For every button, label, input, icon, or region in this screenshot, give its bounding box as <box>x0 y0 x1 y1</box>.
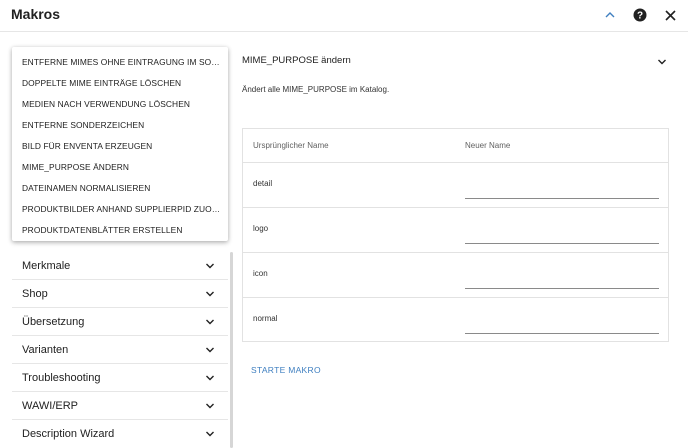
menu-item-delete-duplicate-mimes[interactable]: DOPPELTE MIME EINTRÄGE LÖSCHEN <box>22 73 222 93</box>
sidebar-scrollbar[interactable] <box>230 252 233 448</box>
accordion-item-uebersetzung[interactable]: Übersetzung <box>12 308 228 336</box>
table-row: icon <box>243 252 668 297</box>
accordion-label: Shop <box>22 288 48 300</box>
accordion-item-description-wizard[interactable]: Description Wizard <box>12 420 228 448</box>
new-name-input[interactable] <box>465 178 659 199</box>
table-row: detail <box>243 162 668 207</box>
close-icon <box>664 9 676 21</box>
chevron-down-icon <box>206 291 214 297</box>
macro-menu: ENTFERNE MIMES OHNE EINTRAGUNG IM SOU...… <box>12 47 228 241</box>
category-accordion: Merkmale Shop Übersetzung Varianten Trou… <box>12 252 228 448</box>
original-name: icon <box>253 269 268 278</box>
panel-description: Ändert alle MIME_PURPOSE im Katalog. <box>242 85 390 94</box>
table-row: logo <box>243 207 668 252</box>
accordion-label: Description Wizard <box>22 428 115 440</box>
original-name: logo <box>253 224 269 233</box>
accordion-label: Troubleshooting <box>22 372 101 384</box>
chevron-down-icon <box>206 375 214 381</box>
table-row: normal <box>243 297 668 342</box>
accordion-label: Merkmale <box>22 260 71 272</box>
help-button[interactable]: ? <box>631 6 649 24</box>
chevron-down-icon <box>206 319 214 325</box>
start-macro-button[interactable]: STARTE MAKRO <box>251 365 321 375</box>
accordion-item-troubleshooting[interactable]: Troubleshooting <box>12 364 228 392</box>
close-button[interactable] <box>661 6 679 24</box>
svg-text:?: ? <box>637 11 643 22</box>
new-name-input[interactable] <box>465 268 659 289</box>
accordion-label: Übersetzung <box>22 316 85 328</box>
menu-item-create-datasheets[interactable]: PRODUKTDATENBLÄTTER ERSTELLEN <box>22 220 222 240</box>
dialog-header: Makros ? <box>0 0 688 32</box>
chevron-down-icon <box>206 263 214 269</box>
accordion-label: Varianten <box>22 344 69 356</box>
column-header-new: Neuer Name <box>465 141 511 150</box>
menu-item-assign-product-images[interactable]: PRODUKTBILDER ANHAND SUPPLIERPID ZUOR... <box>22 199 222 219</box>
accordion-item-varianten[interactable]: Varianten <box>12 336 228 364</box>
chevron-down-icon <box>206 403 214 409</box>
menu-item-delete-media[interactable]: MEDIEN NACH VERWENDUNG LÖSCHEN <box>22 94 222 114</box>
dialog-title: Makros <box>11 6 61 22</box>
original-name: detail <box>253 179 273 188</box>
accordion-item-wawi-erp[interactable]: WAWI/ERP <box>12 392 228 420</box>
column-header-original: Ursprünglicher Name <box>253 141 329 150</box>
accordion-label: WAWI/ERP <box>22 400 79 412</box>
help-icon: ? <box>633 8 647 22</box>
accordion-item-shop[interactable]: Shop <box>12 280 228 308</box>
menu-item-change-mime-purpose[interactable]: MIME_PURPOSE ÄNDERN <box>22 157 222 177</box>
new-name-input[interactable] <box>465 313 659 334</box>
accordion-item-merkmale[interactable]: Merkmale <box>12 252 228 280</box>
new-name-input[interactable] <box>465 223 659 244</box>
rename-table: Ursprünglicher Name Neuer Name detail lo… <box>242 128 669 342</box>
chevron-down-icon <box>206 347 214 353</box>
menu-item-remove-mimes[interactable]: ENTFERNE MIMES OHNE EINTRAGUNG IM SOU... <box>22 52 222 72</box>
chevron-up-icon <box>605 12 615 18</box>
collapse-button[interactable] <box>601 6 619 24</box>
chevron-down-icon <box>206 431 214 437</box>
panel-title: MIME_PURPOSE ändern <box>242 55 351 66</box>
chevron-down-icon[interactable] <box>657 57 667 67</box>
menu-item-remove-special-chars[interactable]: ENTFERNE SONDERZEICHEN <box>22 115 222 135</box>
menu-item-create-enventa-image[interactable]: BILD FÜR ENVENTA ERZEUGEN <box>22 136 222 156</box>
menu-item-normalize-filenames[interactable]: DATEINAMEN NORMALISIEREN <box>22 178 222 198</box>
original-name: normal <box>253 314 278 323</box>
